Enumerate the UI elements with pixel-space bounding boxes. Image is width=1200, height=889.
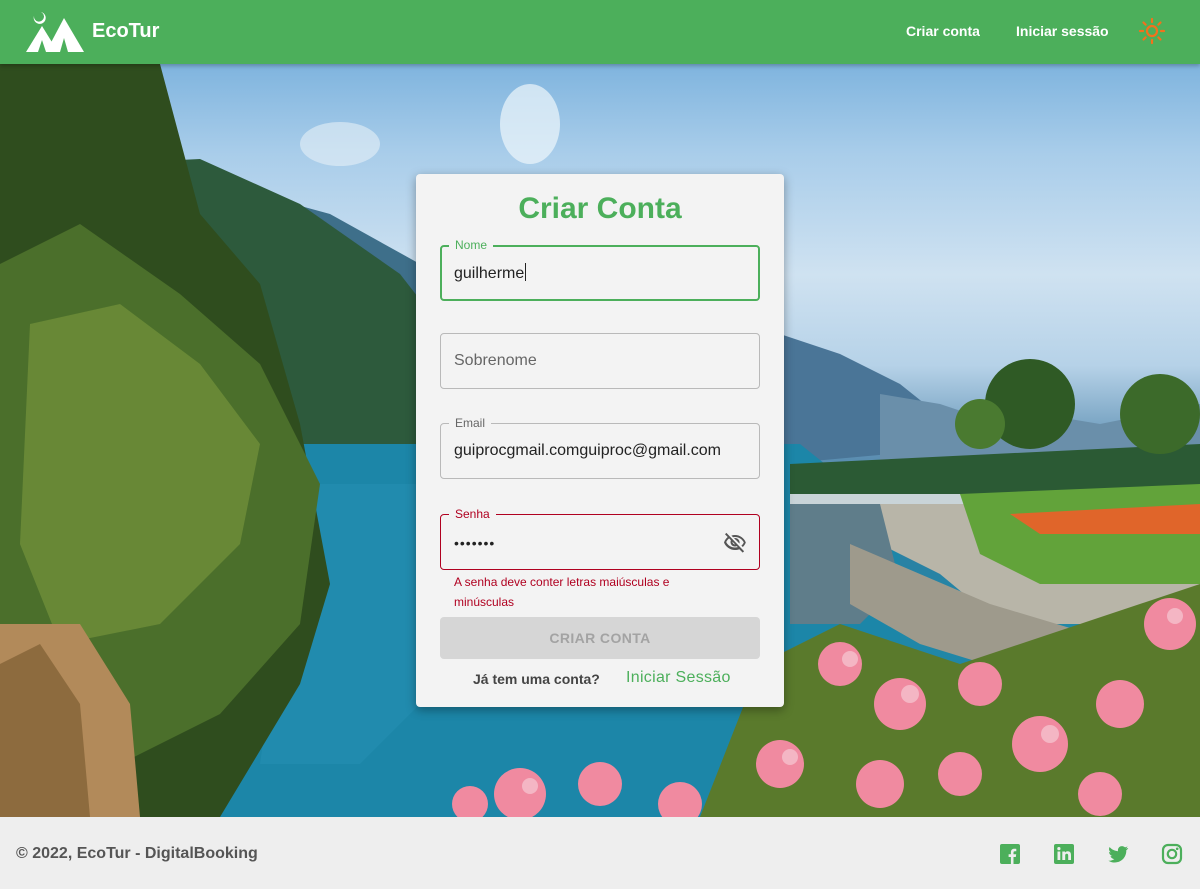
sobrenome-input[interactable]: Sobrenome [454, 351, 537, 371]
facebook-icon[interactable] [999, 843, 1021, 865]
twitter-icon[interactable] [1107, 843, 1129, 865]
senha-label: Senha [449, 507, 496, 521]
text-caret [525, 263, 527, 281]
login-link[interactable]: Iniciar Sessão [626, 669, 731, 687]
email-field[interactable]: Email guiprocgmail.comguiproc@gmail.com [440, 416, 760, 479]
have-account-text: Já tem uma conta? [473, 671, 600, 687]
senha-error-text: A senha deve conter letras maiúsculas e … [454, 575, 670, 609]
instagram-icon[interactable] [1161, 843, 1183, 865]
eye-off-icon[interactable] [723, 531, 747, 555]
nome-input[interactable]: guilherme [454, 263, 527, 284]
linkedin-icon[interactable] [1053, 843, 1075, 865]
sun-icon[interactable] [1138, 17, 1166, 45]
senha-field[interactable]: Senha ••••••• [440, 507, 760, 570]
top-bar: EcoTur Criar conta Iniciar sessão [0, 0, 1200, 64]
nome-label: Nome [449, 238, 494, 252]
nome-value: guilherme [454, 265, 525, 282]
signup-title: Criar Conta [518, 192, 682, 225]
senha-input[interactable]: ••••••• [454, 533, 495, 553]
tent-moon-logo-icon[interactable] [24, 10, 84, 54]
footer: © 2022, EcoTur - DigitalBooking [0, 817, 1200, 889]
email-input[interactable]: guiprocgmail.comguiproc@gmail.com [454, 441, 721, 461]
email-label: Email [449, 416, 492, 430]
create-account-button[interactable]: CRIAR CONTA [440, 617, 760, 659]
nav-create-account-link[interactable]: Criar conta [906, 23, 980, 39]
nome-field[interactable]: Nome guilherme [440, 238, 760, 301]
brand-name[interactable]: EcoTur [92, 20, 159, 43]
signup-card: Criar Conta Nome guilherme Sobrenome Ema… [416, 174, 784, 707]
nav-login-link[interactable]: Iniciar sessão [1016, 23, 1109, 39]
copyright-text: © 2022, EcoTur - DigitalBooking [16, 845, 258, 862]
sobrenome-field[interactable]: Sobrenome [440, 333, 760, 389]
